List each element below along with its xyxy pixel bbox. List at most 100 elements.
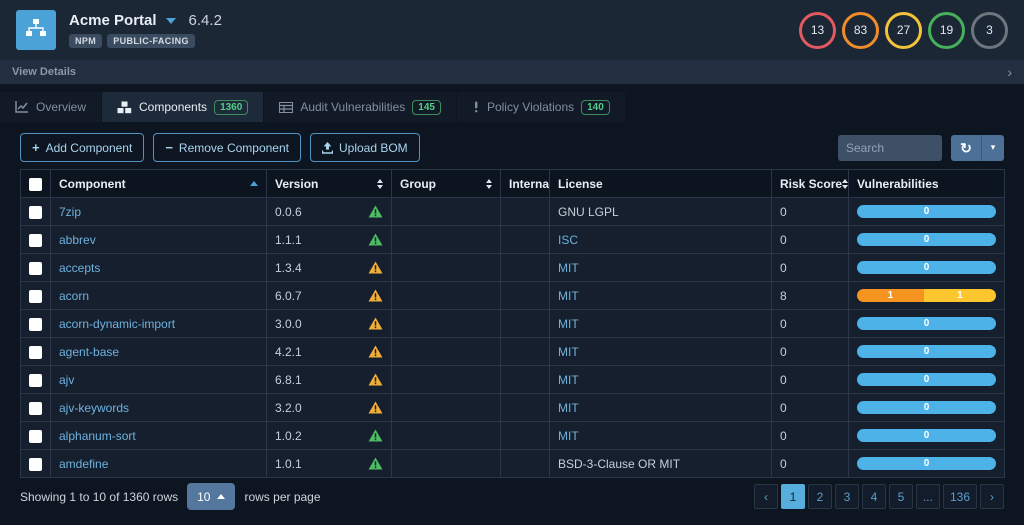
component-link[interactable]: 7zip — [59, 205, 81, 219]
severity-circle-high[interactable]: 83 — [842, 12, 879, 49]
version-cell: 4.2.1 — [267, 338, 392, 366]
license-link[interactable]: MIT — [558, 373, 579, 387]
sort-icon[interactable] — [377, 179, 383, 189]
sort-ascending-icon[interactable] — [250, 181, 258, 186]
pagination-page-3[interactable]: 3 — [835, 484, 859, 509]
row-checkbox[interactable] — [29, 290, 42, 303]
tab-count-badge: 145 — [412, 100, 441, 115]
pagination-page-1[interactable]: 1 — [781, 484, 805, 509]
sort-icon[interactable] — [486, 179, 492, 189]
risk-score-cell: 0 — [772, 198, 849, 226]
row-checkbox[interactable] — [29, 458, 42, 471]
pagination-prev[interactable]: ‹ — [754, 484, 778, 509]
license-cell: ISC — [550, 226, 772, 254]
table-header-row: ComponentVersionGroupInternalLicenseRisk… — [21, 170, 1005, 198]
version-cell: 6.0.7 — [267, 282, 392, 310]
vulnerabilities-cell: 0 — [849, 366, 1005, 394]
refresh-button[interactable]: ↻ — [951, 135, 981, 161]
row-checkbox[interactable] — [29, 206, 42, 219]
risk-score-cell: 8 — [772, 282, 849, 310]
column-header-risk-score[interactable]: Risk Score — [772, 170, 849, 198]
pagination-page-4[interactable]: 4 — [862, 484, 886, 509]
table-row: acorn-dynamic-import3.0.0MIT00 — [21, 310, 1005, 338]
tab-components[interactable]: Components1360 — [102, 92, 263, 122]
severity-circle-medium[interactable]: 27 — [885, 12, 922, 49]
project-logo — [16, 10, 56, 50]
license-link[interactable]: MIT — [558, 289, 579, 303]
component-cell: ajv-keywords — [51, 394, 267, 422]
upload-bom-button[interactable]: Upload BOM — [310, 133, 420, 162]
component-link[interactable]: acorn — [59, 289, 89, 303]
row-select-cell — [21, 310, 51, 338]
group-cell — [392, 366, 501, 394]
component-cell: agent-base — [51, 338, 267, 366]
internal-cell — [501, 226, 550, 254]
vulnerability-bar: 0 — [857, 429, 996, 442]
remove-component-button[interactable]: − Remove Component — [153, 133, 301, 162]
vulnerability-bar: 0 — [857, 261, 996, 274]
pagination-next[interactable]: › — [980, 484, 1004, 509]
table-row: abbrev1.1.1ISC00 — [21, 226, 1005, 254]
view-details-bar[interactable]: View Details › — [0, 60, 1024, 84]
component-link[interactable]: acorn-dynamic-import — [59, 317, 175, 331]
row-checkbox[interactable] — [29, 346, 42, 359]
license-link[interactable]: MIT — [558, 345, 579, 359]
severity-circle-unassigned[interactable]: 3 — [971, 12, 1008, 49]
component-link[interactable]: ajv — [59, 373, 74, 387]
select-all-checkbox[interactable] — [29, 178, 42, 191]
component-link[interactable]: agent-base — [59, 345, 119, 359]
sort-icon[interactable] — [842, 179, 848, 189]
project-dropdown-caret-icon[interactable] — [166, 18, 176, 24]
group-cell — [392, 198, 501, 226]
row-checkbox[interactable] — [29, 318, 42, 331]
license-link[interactable]: MIT — [558, 401, 579, 415]
vulnerability-bar: 0 — [857, 457, 996, 470]
column-header-version[interactable]: Version — [267, 170, 392, 198]
internal-cell — [501, 198, 550, 226]
group-cell — [392, 226, 501, 254]
license-link[interactable]: MIT — [558, 317, 579, 331]
severity-circle-critical[interactable]: 13 — [799, 12, 836, 49]
column-header-component[interactable]: Component — [51, 170, 267, 198]
component-cell: acorn — [51, 282, 267, 310]
license-link[interactable]: MIT — [558, 261, 579, 275]
refresh-dropdown-button[interactable]: ▾ — [981, 135, 1004, 161]
page-size-dropdown[interactable]: 10 — [187, 483, 235, 510]
severity-circle-low[interactable]: 19 — [928, 12, 965, 49]
license-link[interactable]: ISC — [558, 233, 578, 247]
group-cell — [392, 422, 501, 450]
row-checkbox[interactable] — [29, 262, 42, 275]
row-checkbox[interactable] — [29, 234, 42, 247]
tab-audit-vulnerabilities[interactable]: Audit Vulnerabilities145 — [264, 92, 456, 122]
column-header-group[interactable]: Group — [392, 170, 501, 198]
row-checkbox[interactable] — [29, 430, 42, 443]
add-component-button[interactable]: + Add Component — [20, 133, 144, 162]
version-outdated-warning-icon — [368, 345, 383, 358]
page-size-value: 10 — [197, 490, 210, 504]
component-link[interactable]: alphanum-sort — [59, 429, 136, 443]
project-name: Acme Portal — [69, 12, 157, 29]
tab-policy-violations[interactable]: Policy Violations140 — [457, 92, 625, 122]
internal-cell — [501, 450, 550, 478]
tab-overview[interactable]: Overview — [0, 92, 101, 122]
component-link[interactable]: abbrev — [59, 233, 96, 247]
components-table: ComponentVersionGroupInternalLicenseRisk… — [20, 169, 1005, 478]
internal-cell — [501, 282, 550, 310]
pagination-page-2[interactable]: 2 — [808, 484, 832, 509]
project-tags: NPMPUBLIC-FACING — [69, 34, 222, 48]
component-link[interactable]: ajv-keywords — [59, 401, 129, 415]
search-input[interactable] — [838, 135, 942, 161]
table-row: alphanum-sort1.0.2MIT00 — [21, 422, 1005, 450]
row-checkbox[interactable] — [29, 374, 42, 387]
component-link[interactable]: amdefine — [59, 457, 108, 471]
license-link[interactable]: MIT — [558, 429, 579, 443]
row-checkbox[interactable] — [29, 402, 42, 415]
pagination-page-5[interactable]: 5 — [889, 484, 913, 509]
vulnerability-bar: 0 — [857, 233, 996, 246]
license-cell: MIT — [550, 254, 772, 282]
component-link[interactable]: accepts — [59, 261, 100, 275]
chevron-right-icon[interactable]: › — [1007, 65, 1012, 79]
pagination-ellipsis[interactable]: ... — [916, 484, 940, 509]
refresh-icon: ↻ — [960, 140, 972, 156]
pagination-page-136[interactable]: 136 — [943, 484, 977, 509]
